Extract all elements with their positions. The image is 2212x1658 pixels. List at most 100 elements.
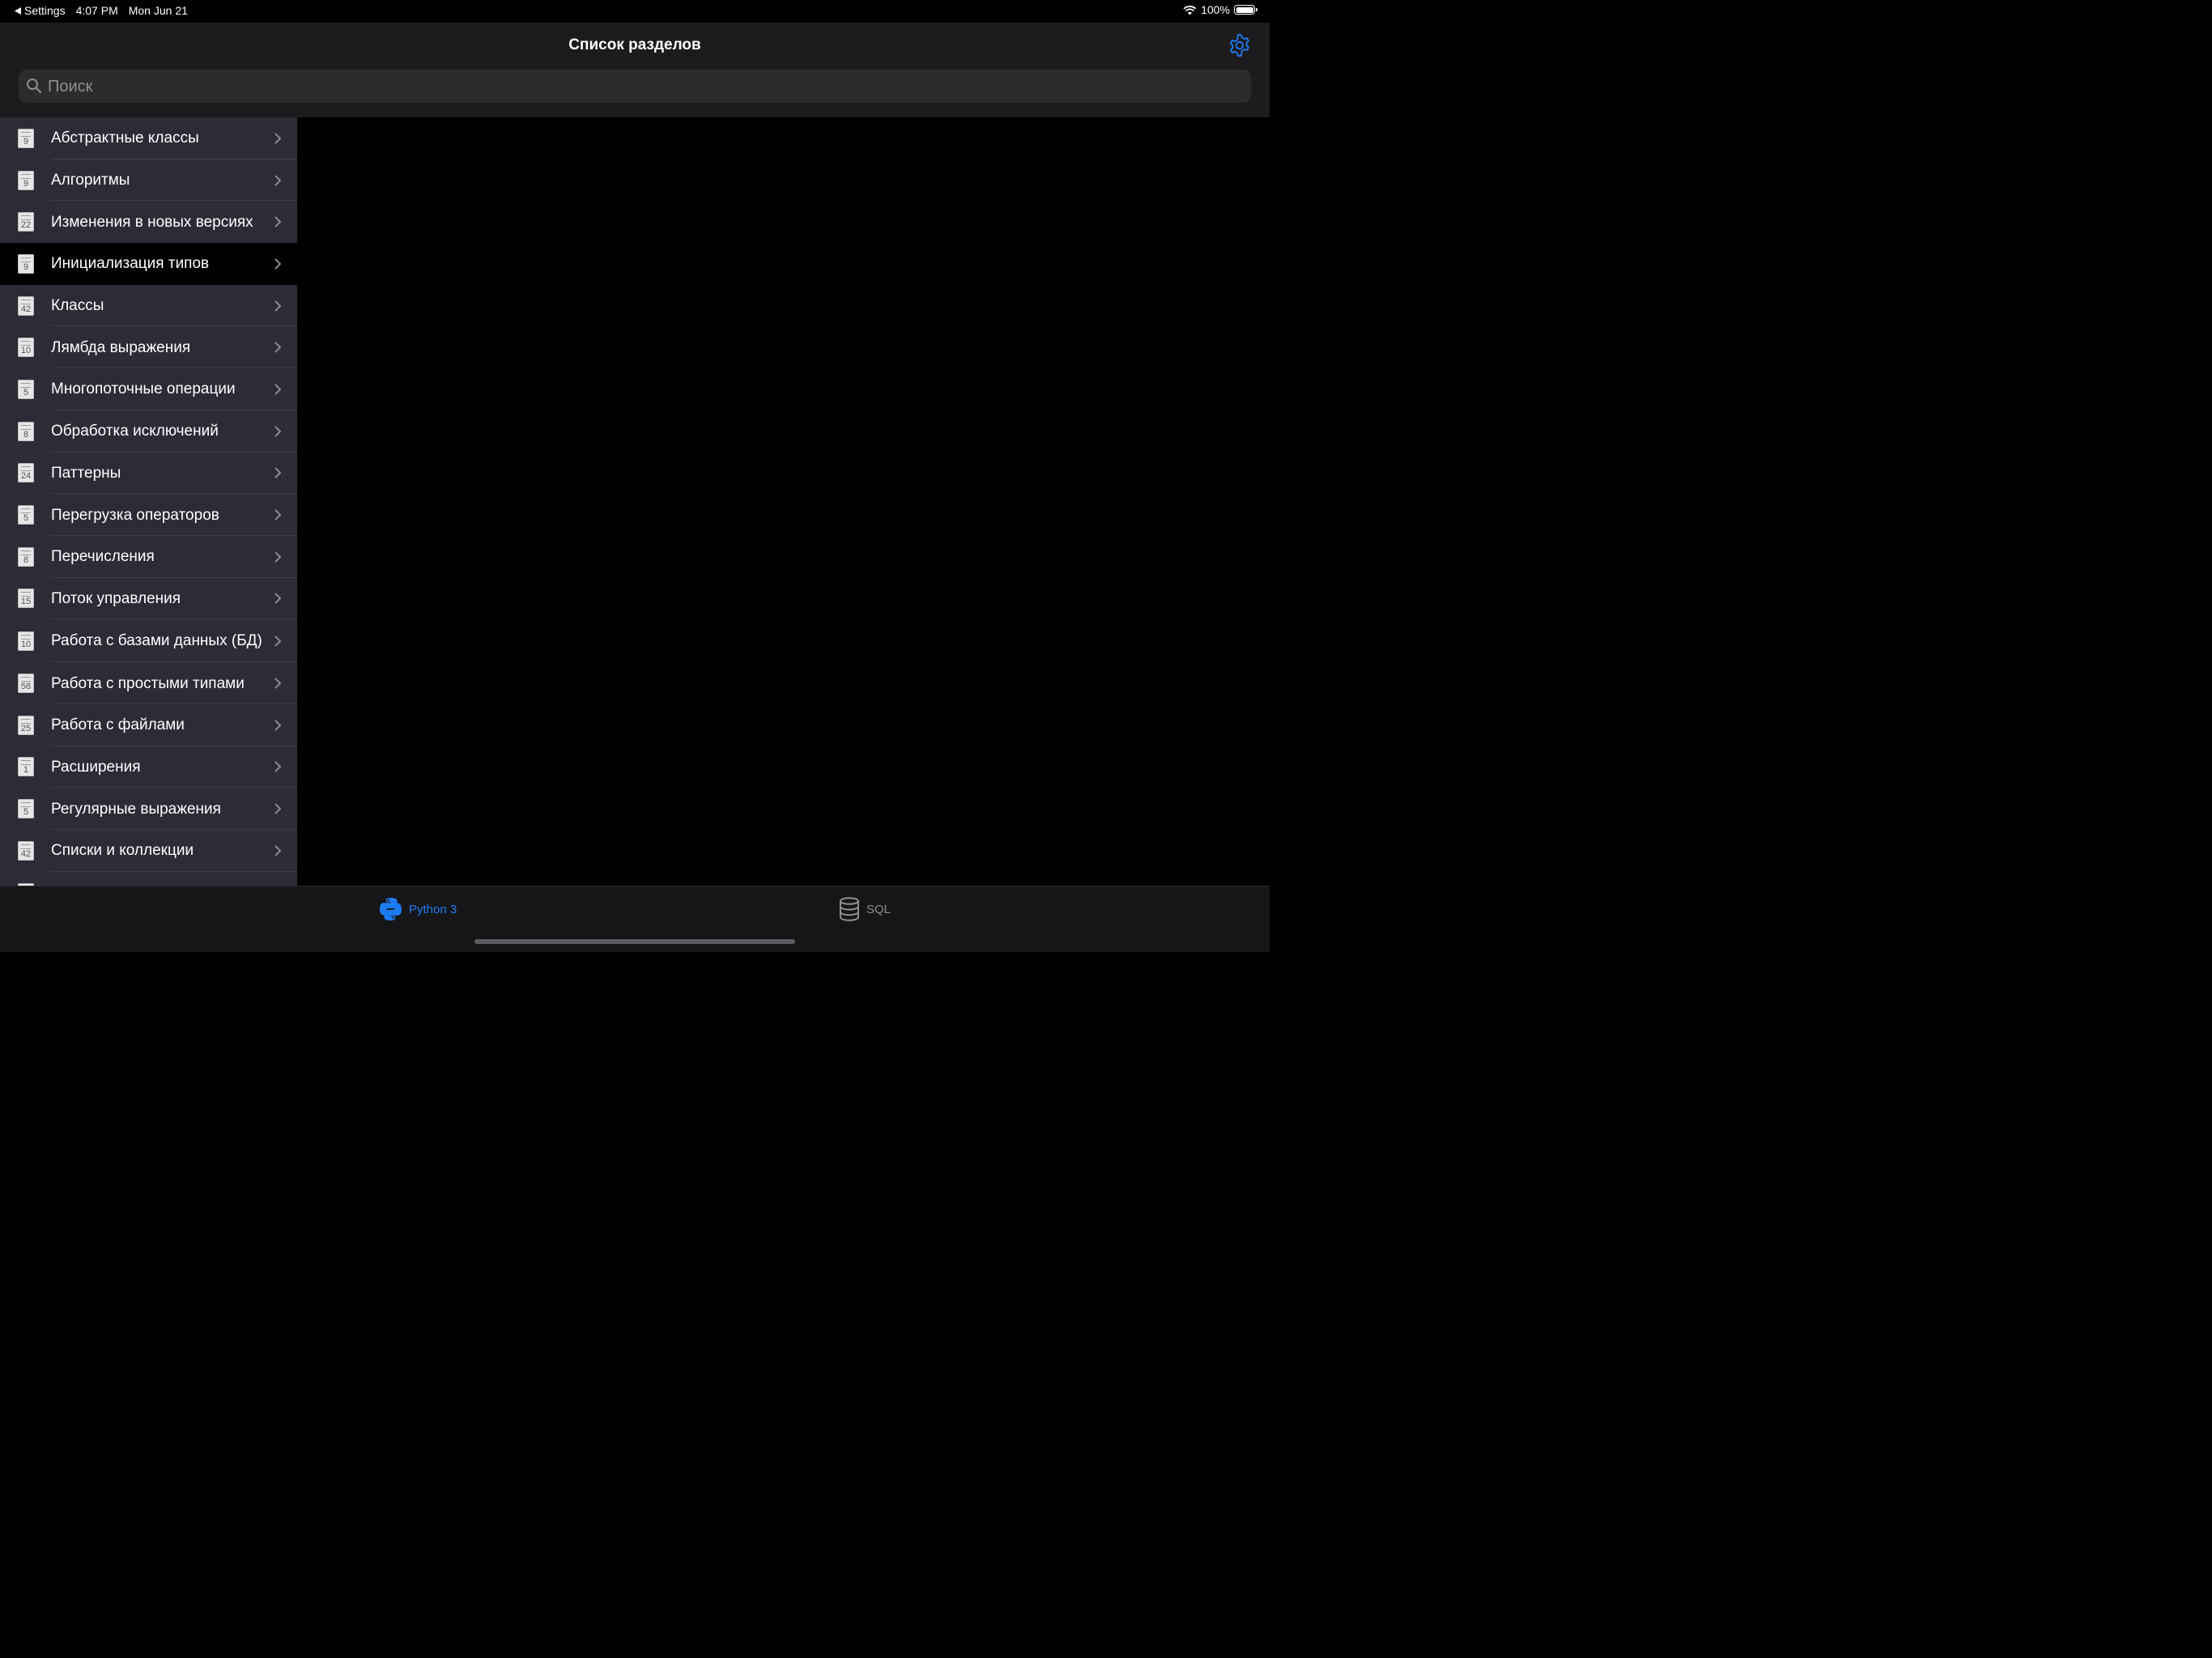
- detail-pane: [297, 117, 1270, 886]
- tab-python-label: Python 3: [409, 902, 457, 916]
- list-item[interactable]: 42 Классы: [0, 285, 297, 327]
- list-item[interactable]: 8 Обработка исключений: [0, 410, 297, 453]
- tab-sql-label: SQL: [866, 902, 891, 916]
- section-count: 42: [20, 848, 32, 859]
- home-indicator: [474, 939, 795, 944]
- calendar-count-icon: 22: [18, 212, 34, 232]
- section-count: 22: [20, 220, 32, 231]
- database-icon: [840, 897, 859, 921]
- chevron-right-icon: [274, 509, 281, 521]
- search-input[interactable]: [46, 70, 1231, 104]
- calendar-count-icon: 8: [18, 421, 34, 441]
- section-count: 10: [20, 639, 32, 649]
- chevron-right-icon: [274, 593, 281, 604]
- section-count: 9: [23, 261, 29, 272]
- list-item[interactable]: 22 Изменения в новых версиях: [0, 201, 297, 243]
- section-label: Инициализация типов: [51, 255, 210, 273]
- section-label: Перегрузка операторов: [51, 506, 219, 524]
- chevron-right-icon: [274, 216, 281, 227]
- calendar-count-icon: 25: [18, 715, 34, 735]
- calendar-count-icon: 10: [18, 338, 34, 358]
- chevron-right-icon: [274, 384, 281, 395]
- chevron-right-icon: [274, 258, 281, 270]
- section-count: 58: [20, 682, 32, 692]
- section-label: Работа с простыми типами: [51, 674, 245, 692]
- back-to-settings[interactable]: Settings: [15, 4, 66, 17]
- calendar-count-icon: 24: [18, 463, 34, 483]
- section-label: Обработка исключений: [51, 423, 219, 440]
- calendar-count-icon: 42: [18, 295, 34, 316]
- section-count: 15: [20, 597, 32, 607]
- list-item[interactable]: 9 Абстрактные классы: [0, 117, 297, 159]
- back-app-label: Settings: [24, 4, 66, 17]
- calendar-count-icon: 10: [18, 631, 34, 651]
- calendar-count-icon: 42: [18, 840, 34, 861]
- section-label: Лямбда выражения: [51, 338, 191, 356]
- section-label: Изменения в новых версиях: [51, 213, 253, 231]
- chevron-right-icon: [274, 803, 281, 814]
- back-triangle-icon: [15, 6, 21, 15]
- gear-icon[interactable]: [1227, 33, 1252, 57]
- wifi-icon: [1183, 5, 1197, 15]
- section-count: 42: [20, 304, 32, 314]
- list-item[interactable]: 5 Перегрузка операторов: [0, 494, 297, 536]
- section-label: Поток управления: [51, 589, 181, 607]
- section-count: 5: [23, 807, 29, 818]
- list-item[interactable]: 8 Перечисления: [0, 536, 297, 578]
- section-count: 8: [23, 555, 29, 565]
- calendar-count-icon: 58: [18, 674, 34, 694]
- chevron-right-icon: [274, 342, 281, 353]
- calendar-count-icon: 9: [18, 253, 34, 274]
- list-item[interactable]: 15 Поток управления: [0, 578, 297, 620]
- chevron-right-icon: [274, 761, 281, 772]
- list-item[interactable]: 58 Работа с простыми типами: [0, 662, 297, 704]
- tab-python[interactable]: Python 3: [379, 897, 457, 921]
- list-item[interactable]: 9 Алгоритмы: [0, 159, 297, 202]
- python-icon: [380, 898, 402, 920]
- navigation-bar: Список разделов: [0, 23, 1270, 117]
- calendar-count-icon: 5: [18, 505, 34, 525]
- calendar-count-icon: 5: [18, 379, 34, 399]
- battery-percent: 100%: [1201, 3, 1230, 16]
- tab-sql[interactable]: SQL: [839, 897, 891, 921]
- section-count: 5: [23, 387, 29, 397]
- chevron-right-icon: [274, 467, 281, 478]
- search-bar[interactable]: [19, 70, 1251, 104]
- list-item[interactable]: [0, 872, 297, 886]
- calendar-count-icon: 5: [18, 799, 34, 819]
- chevron-right-icon: [274, 175, 281, 186]
- calendar-count-icon: 9: [18, 170, 34, 190]
- section-label: Работа с файлами: [51, 716, 185, 734]
- section-count: 5: [23, 513, 29, 524]
- list-item[interactable]: 42 Списки и коллекции: [0, 830, 297, 872]
- calendar-count-icon: 8: [18, 546, 34, 567]
- list-item[interactable]: 10 Лямбда выражения: [0, 326, 297, 369]
- list-item[interactable]: 5 Регулярные выражения: [0, 788, 297, 830]
- calendar-count-icon: 1: [18, 757, 34, 777]
- section-count: 24: [20, 471, 32, 482]
- list-item[interactable]: 25 Работа с файлами: [0, 704, 297, 746]
- list-item[interactable]: 24 Паттерны: [0, 453, 297, 495]
- section-label: Многопоточные операции: [51, 380, 236, 398]
- chevron-right-icon: [274, 678, 281, 689]
- section-label: Классы: [51, 297, 104, 315]
- chevron-right-icon: [274, 133, 281, 144]
- chevron-right-icon: [274, 551, 281, 563]
- status-time: 4:07 PM: [75, 4, 118, 17]
- section-label: Алгоритмы: [51, 172, 130, 189]
- page-title: Список разделов: [568, 36, 701, 53]
- section-count: 9: [23, 178, 29, 189]
- calendar-count-icon: 15: [18, 589, 34, 609]
- section-label: Перечисления: [51, 548, 155, 566]
- section-list[interactable]: 9 Абстрактные классы 9 Алгоритмы 22 Изменения…: [0, 117, 297, 886]
- list-item[interactable]: 10 Работа с базами данных (БД): [0, 619, 297, 663]
- list-item[interactable]: 9 Инициализация типов: [0, 243, 297, 285]
- chevron-right-icon: [274, 426, 281, 437]
- list-item[interactable]: 5 Многопоточные операции: [0, 368, 297, 410]
- status-date: Mon Jun 21: [128, 4, 188, 17]
- section-label: Списки и коллекции: [51, 842, 194, 860]
- section-label: Абстрактные классы: [51, 130, 199, 147]
- chevron-right-icon: [274, 300, 281, 312]
- section-label: Расширения: [51, 758, 141, 776]
- list-item[interactable]: 1 Расширения: [0, 746, 297, 789]
